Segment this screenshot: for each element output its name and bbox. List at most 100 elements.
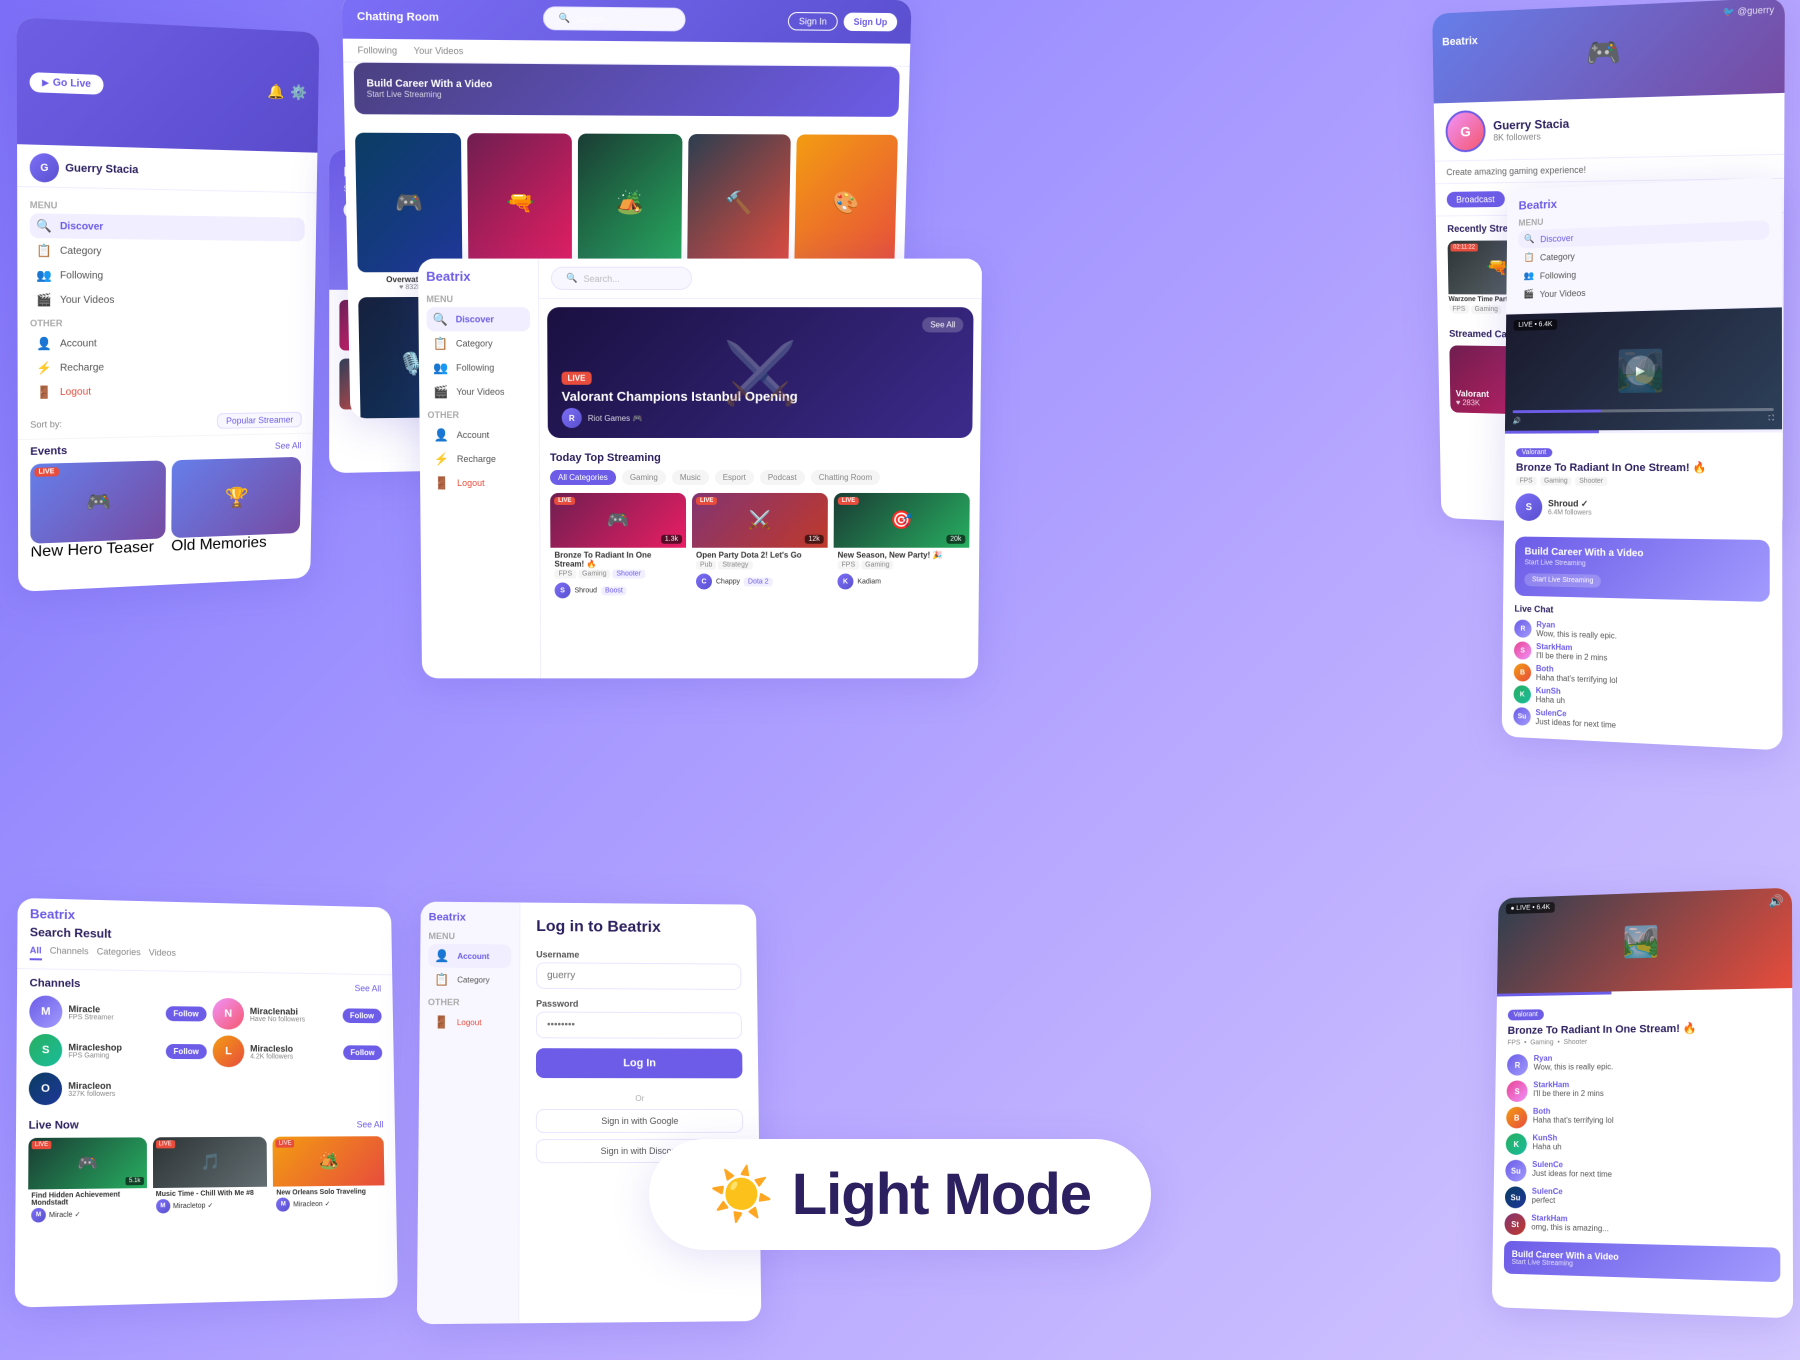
nav-your-videos[interactable]: 🎬 Your Videos xyxy=(30,287,304,312)
search-app-name: Beatrix xyxy=(30,906,75,922)
center-app-name: Beatrix xyxy=(426,269,530,284)
sort-dropdown[interactable]: Popular Streamer xyxy=(217,412,302,429)
chatter-row-2: S StarkHam I'll be there in 2 mins xyxy=(1507,1080,1781,1102)
bell-icon[interactable]: 🔔 xyxy=(267,82,284,100)
chatter-row-7: St StarkHam omg, this is amazing... xyxy=(1504,1213,1780,1241)
lc-viewers-2: 12k xyxy=(804,535,823,544)
google-signin-button[interactable]: Sign in with Google xyxy=(536,1109,743,1133)
nav-discover[interactable]: 🔍 Discover xyxy=(30,213,305,241)
bb-start-btn[interactable]: Start Live Streaming xyxy=(1524,573,1601,588)
center-search[interactable]: 🔍 Search... xyxy=(551,267,692,290)
rp-category-icon: 📋 xyxy=(1524,252,1535,263)
filter-music[interactable]: Music xyxy=(672,470,709,485)
stream-meta-tags: FPS • Gaming • Shooter xyxy=(1507,1037,1780,1047)
nav-following[interactable]: 👥 Following xyxy=(30,263,304,289)
account-icon: 👤 xyxy=(36,336,51,350)
center-nav-category[interactable]: 📋 Category xyxy=(427,331,531,355)
channels-see-all[interactable]: See All xyxy=(355,983,382,993)
search-tab-categories[interactable]: Categories xyxy=(97,946,141,962)
login-sidebar: Beatrix MENU 👤 Account 📋 Category OTHER … xyxy=(417,902,521,1325)
center-nav-recharge[interactable]: ⚡ Recharge xyxy=(428,447,531,471)
video-info: Valorant Bronze To Radiant In One Stream… xyxy=(1504,432,1782,532)
event-card-2[interactable]: 🏆 Old Memories FPS Gaming xyxy=(170,457,301,592)
nav-recharge[interactable]: ⚡ Recharge xyxy=(30,354,303,381)
cat-viewers-valorant: ♥ 283K xyxy=(1456,398,1489,407)
follow-slo[interactable]: Follow xyxy=(343,1045,383,1060)
signup-button[interactable]: Sign Up xyxy=(843,12,897,31)
search-panel: Beatrix Search Result All Channels Categ… xyxy=(15,898,398,1308)
login-nav-logout[interactable]: 🚪 Logout xyxy=(428,1010,511,1034)
auth-buttons: Sign In Sign Up xyxy=(788,11,898,30)
search-bar[interactable]: 🔍 Search... xyxy=(544,6,687,31)
nav-logout[interactable]: 🚪 Logout xyxy=(30,377,302,405)
login-button[interactable]: Log In xyxy=(536,1048,743,1078)
filter-esport[interactable]: Esport xyxy=(715,470,754,485)
chatter-name-2: StarkHam xyxy=(1533,1080,1604,1089)
chat-avatar-4: K xyxy=(1514,685,1531,704)
follow-nabi[interactable]: Follow xyxy=(342,1008,381,1023)
volume-icon[interactable]: 🔊 xyxy=(1768,894,1783,908)
center-other-label: OTHER xyxy=(427,410,530,420)
lnc-3[interactable]: 🏕️ LIVE New Orleans Solo Traveling M Mir… xyxy=(273,1136,385,1221)
login-panel: Beatrix MENU 👤 Account 📋 Category OTHER … xyxy=(417,902,762,1325)
channel-item-shop: S Miracleshop FPS Gaming Follow xyxy=(29,1034,207,1067)
live-card-3[interactable]: 🎯 LIVE 20k New Season, New Party! 🎉 FPS … xyxy=(833,493,969,602)
lnc-1[interactable]: 🎮 LIVE 5.1k Find Hidden Achievement Mond… xyxy=(28,1137,147,1224)
bb-sub: Start Live Streaming xyxy=(1524,559,1759,570)
sort-label: Sort by: xyxy=(30,419,62,430)
hero-see-all[interactable]: See All xyxy=(922,317,963,332)
login-nav-account[interactable]: 👤 Account xyxy=(428,944,511,968)
channel-item-nabi: N Miraclenabi Have No followers Follow xyxy=(212,998,381,1031)
rp-videos-icon: 🎬 xyxy=(1523,289,1534,300)
filter-all[interactable]: All Categories xyxy=(550,470,616,485)
search-tab-videos[interactable]: Videos xyxy=(149,948,176,963)
filter-gaming[interactable]: Gaming xyxy=(622,470,666,485)
center-nav-videos[interactable]: 🎬 Your Videos xyxy=(427,380,530,404)
login-title: Log in to Beatrix xyxy=(536,918,741,937)
tab-broadcast[interactable]: Broadcast xyxy=(1447,191,1505,207)
live-now-see-all[interactable]: See All xyxy=(357,1120,384,1130)
go-live-button[interactable]: Go Live xyxy=(30,72,104,95)
lnc-2[interactable]: 🎵 LIVE Music Time - Chill With Me #8 M M… xyxy=(153,1137,268,1223)
center-nav-logout[interactable]: 🚪 Logout xyxy=(428,471,531,495)
live-now-title: Live Now xyxy=(29,1119,79,1131)
follow-shop[interactable]: Follow xyxy=(166,1043,207,1058)
following-icon: 👥 xyxy=(36,268,52,282)
logout-icon: 🚪 xyxy=(36,385,51,399)
hero-banner: ⚔️ LIVE Valorant Champions Istanbul Open… xyxy=(547,307,973,438)
lnc-streamer-1: M Miracle ✓ xyxy=(28,1206,147,1224)
event-card-1[interactable]: 🎮 LIVE New Hero Teaser FPS Gaming xyxy=(30,460,166,591)
browse-topbar: Chatting Room 🔍 Search... Sign In Sign U… xyxy=(342,0,912,44)
channel-name-nabi: Miraclenabi xyxy=(250,1006,305,1016)
center-discover-icon: 🔍 xyxy=(433,312,448,326)
center-nav-discover[interactable]: 🔍 Discover xyxy=(426,307,530,331)
lnc-viewers-1: 5.1k xyxy=(126,1177,144,1185)
center-recharge-icon: ⚡ xyxy=(434,452,449,466)
divider: Or xyxy=(536,1094,743,1103)
subnav-following[interactable]: Following xyxy=(357,45,397,56)
center-nav-following[interactable]: 👥 Following xyxy=(427,356,531,380)
username-input[interactable] xyxy=(536,962,741,990)
chatter-avatar-4: K xyxy=(1506,1133,1527,1155)
follow-miracle[interactable]: Follow xyxy=(165,1006,206,1021)
filter-podcast[interactable]: Podcast xyxy=(760,470,805,485)
profile-header-bg: 🎮 🐦 @guerry Beatrix xyxy=(1432,0,1785,103)
center-nav-account[interactable]: 👤 Account xyxy=(428,423,531,447)
live-card-1[interactable]: 🎮 LIVE 1.3k Bronze To Radiant In One Str… xyxy=(550,493,686,602)
search-tab-all[interactable]: All xyxy=(30,945,42,960)
subnav-your-videos[interactable]: Your Videos xyxy=(414,45,464,56)
filter-chatroom[interactable]: Chatting Room xyxy=(811,470,880,485)
nav-category[interactable]: 📋 Category xyxy=(30,238,305,265)
events-see-all[interactable]: See All xyxy=(275,441,302,451)
search-tab-channels[interactable]: Channels xyxy=(50,946,89,962)
nav-account[interactable]: 👤 Account xyxy=(30,330,303,355)
stream-chatter: R Ryan Wow, this is really epic. S Stark… xyxy=(1493,1052,1793,1242)
password-input[interactable] xyxy=(536,1012,742,1039)
center-panel: Beatrix MENU 🔍 Discover 📋 Category 👥 Fol… xyxy=(418,259,982,679)
login-nav-category[interactable]: 📋 Category xyxy=(428,968,511,992)
live-card-2[interactable]: ⚔️ LIVE 12k Open Party Dota 2! Let's Go … xyxy=(692,493,828,602)
center-category-icon: 📋 xyxy=(433,336,448,350)
signin-button[interactable]: Sign In xyxy=(788,11,838,30)
settings-icon[interactable]: ⚙️ xyxy=(290,83,307,101)
channel-item-miracle: M Miracle FPS Streamer Follow xyxy=(29,995,206,1029)
